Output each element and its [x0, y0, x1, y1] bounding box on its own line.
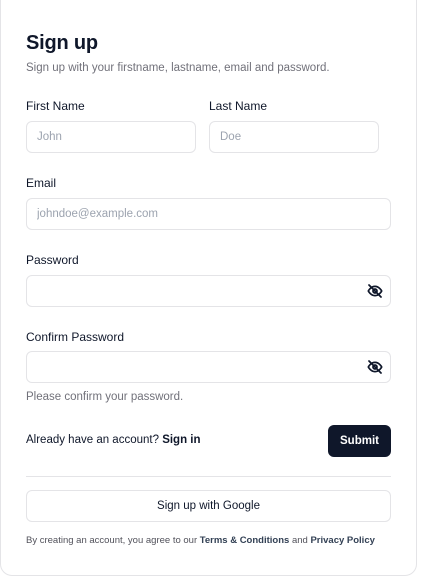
signin-link[interactable]: Sign in [162, 434, 200, 446]
signin-row: Already have an account? Sign in [26, 434, 201, 446]
terms-conjunction: and [291, 535, 308, 546]
privacy-link[interactable]: Privacy Policy [310, 535, 374, 546]
google-signup-button[interactable]: Sign up with Google [26, 490, 391, 522]
confirm-password-hint: Please confirm your password. [26, 391, 184, 403]
email-label: Email [26, 176, 57, 190]
terms-text: By creating an account, you agree to our… [26, 535, 375, 546]
page-subtitle: Sign up with your firstname, lastname, e… [26, 62, 330, 74]
confirm-password-input[interactable] [26, 351, 391, 383]
last-name-label: Last Name [209, 99, 268, 113]
first-name-label: First Name [26, 99, 85, 113]
page-title: Sign up [26, 32, 98, 54]
signin-prompt: Already have an account? [26, 434, 159, 446]
first-name-input[interactable] [26, 121, 196, 153]
submit-button[interactable]: Submit [328, 425, 391, 457]
terms-prefix: By creating an account, you agree to our [26, 535, 198, 546]
password-input[interactable] [26, 275, 391, 307]
divider [26, 476, 391, 477]
email-input[interactable] [26, 198, 391, 230]
password-label: Password [26, 253, 79, 267]
password-eye-off-icon[interactable] [367, 283, 383, 299]
confirm-password-eye-off-icon[interactable] [367, 359, 383, 375]
last-name-input[interactable] [209, 121, 379, 153]
terms-link[interactable]: Terms & Conditions [200, 535, 290, 546]
confirm-password-label: Confirm Password [26, 330, 125, 344]
